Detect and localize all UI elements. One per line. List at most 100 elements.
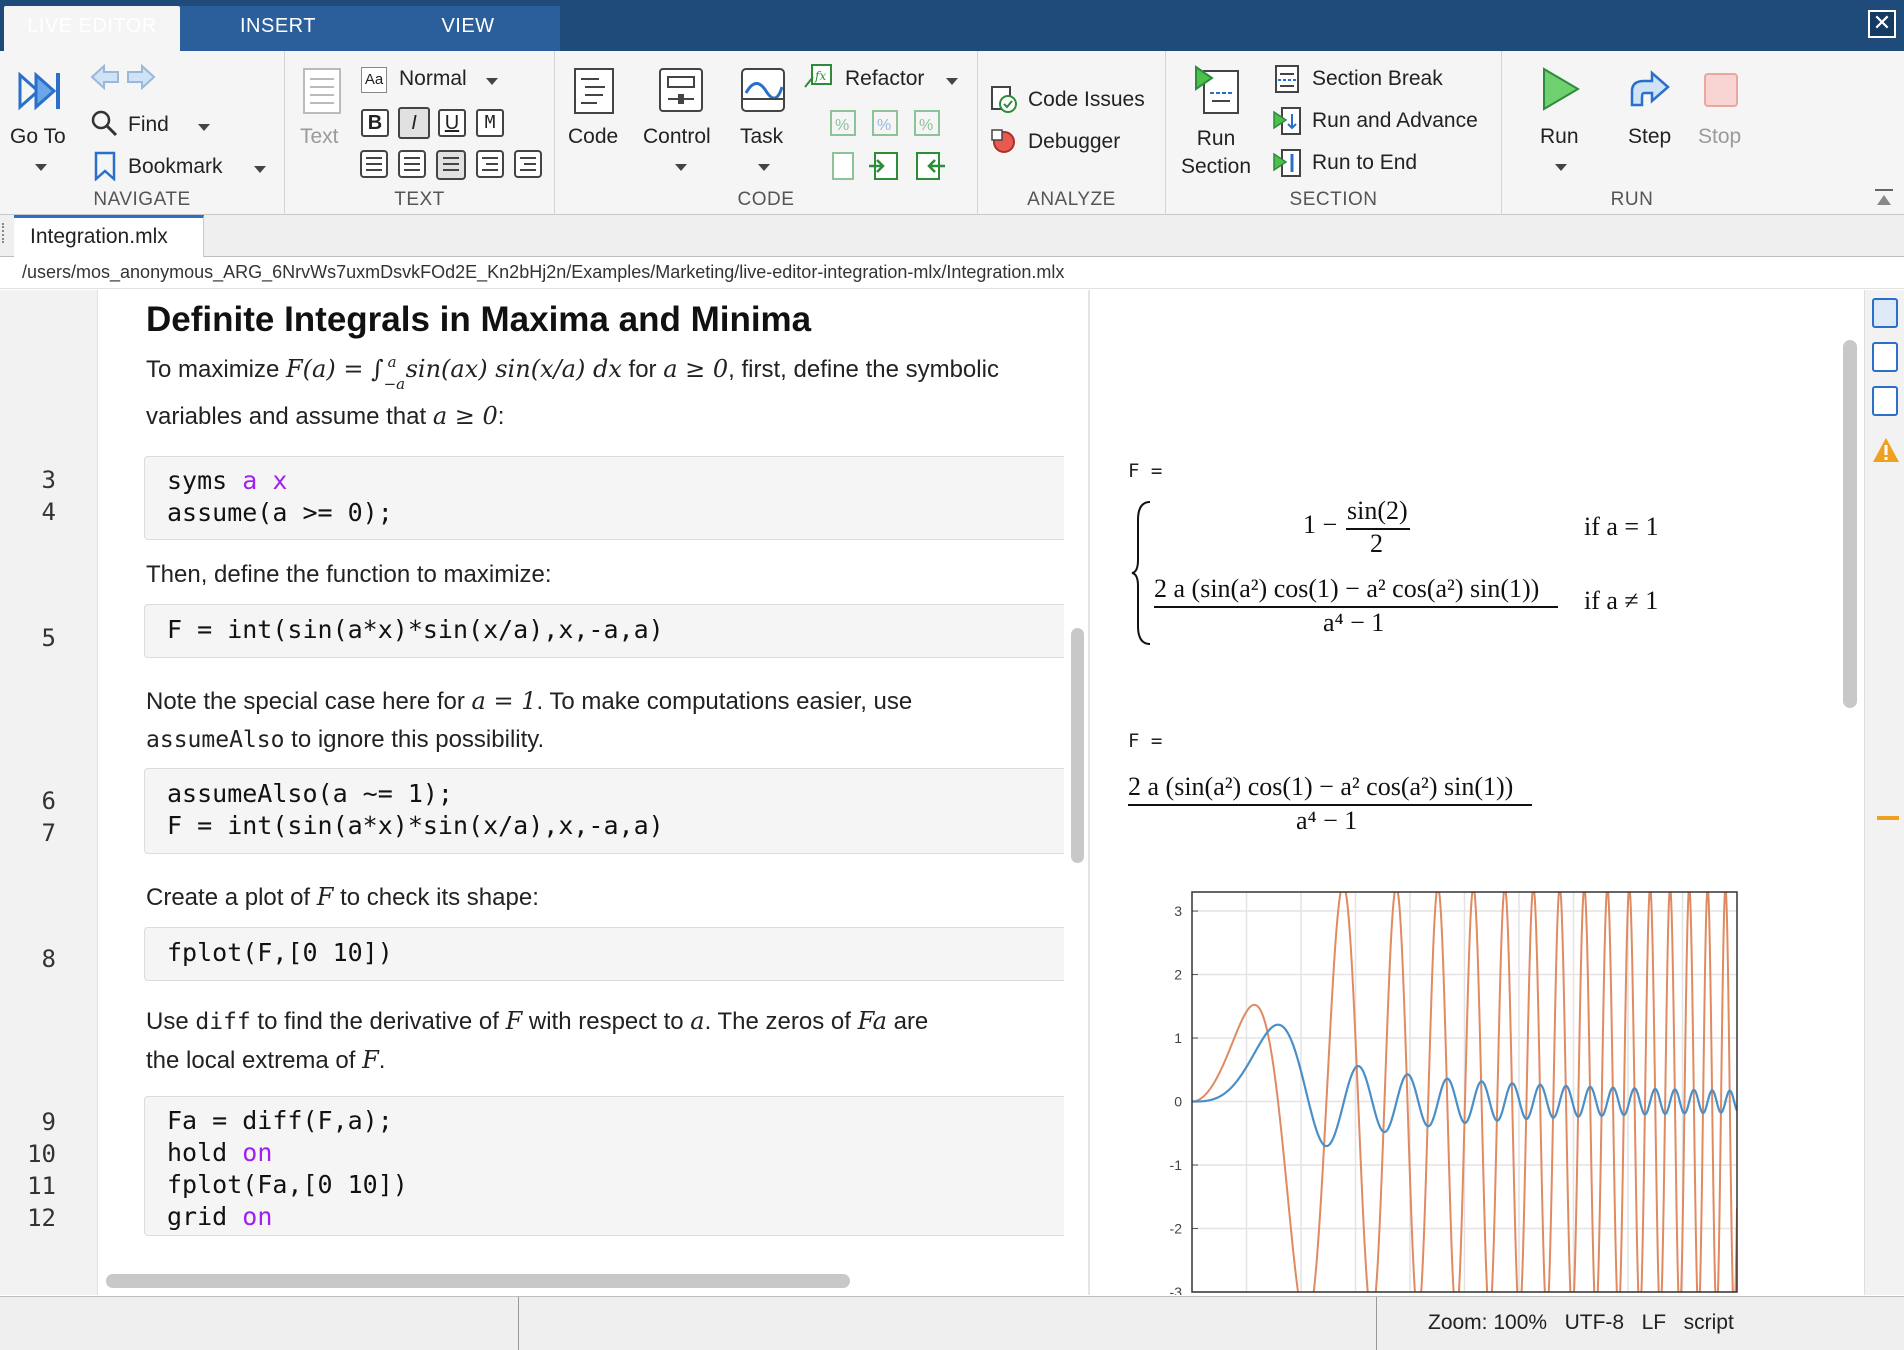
section-group: Run Section Section Break Run and Advanc…: [1166, 51, 1502, 215]
bold-button[interactable]: B: [361, 109, 389, 137]
zoom-level[interactable]: Zoom: 100%: [1428, 1311, 1547, 1334]
underline-button[interactable]: U: [438, 109, 466, 137]
text-run: to find the derivative of: [250, 1008, 506, 1035]
live-script-pane[interactable]: Definite Integrals in Maxima and Minima …: [98, 290, 1064, 1295]
text-run: Note the special case here for: [146, 688, 472, 715]
tab-live-editor[interactable]: LIVE EDITOR: [4, 6, 180, 51]
code-keyword: on: [242, 1138, 273, 1167]
svg-text:%: %: [877, 117, 891, 134]
code-pane-scrollbar[interactable]: [1071, 628, 1084, 863]
code-block[interactable]: Fa = diff(F,a); hold on fplot(Fa,[0 10])…: [144, 1096, 1064, 1236]
status-separator: [1376, 1297, 1377, 1350]
code-editing-icons[interactable]: % % %: [829, 109, 945, 181]
task-button[interactable]: Task: [740, 125, 783, 149]
function-plot[interactable]: 3 2 1 0 -1 -2 -3: [1146, 886, 1846, 1295]
control-button[interactable]: Control: [643, 125, 711, 149]
chevron-down-icon[interactable]: [946, 78, 958, 85]
encoding[interactable]: UTF-8: [1565, 1311, 1625, 1334]
line-number: 8: [41, 945, 56, 973]
tab-view[interactable]: VIEW: [376, 6, 560, 51]
refactor-button[interactable]: Refactor: [845, 67, 924, 91]
code-group: Code Control Task fx Refactor % % % CODE: [555, 51, 978, 215]
text-run: .: [378, 1047, 386, 1074]
code-block[interactable]: syms a x assume(a >= 0);: [144, 456, 1064, 540]
code-text: F = int(sin(a*x)*sin(x/a),x,-a,a): [167, 615, 664, 644]
horizontal-scrollbar[interactable]: [106, 1274, 850, 1288]
chevron-down-icon[interactable]: [198, 124, 210, 131]
back-forward-arrows-icon[interactable]: [90, 64, 156, 90]
line-number: 3: [41, 466, 56, 494]
debugger-icon: [991, 129, 1015, 153]
find-button[interactable]: Find: [128, 113, 169, 137]
close-icon[interactable]: ✕: [1868, 10, 1896, 38]
issue-marker[interactable]: [1877, 816, 1899, 820]
output-scrollbar[interactable]: [1843, 340, 1857, 708]
hide-code-icon[interactable]: [1872, 386, 1898, 416]
code-keyword: a x: [242, 466, 288, 495]
run-section-button[interactable]: Run Section: [1180, 125, 1252, 181]
text-button[interactable]: Text: [300, 125, 339, 149]
code-text: hold: [167, 1138, 243, 1167]
go-to-button[interactable]: Go To: [10, 125, 66, 149]
chevron-down-icon[interactable]: [486, 78, 498, 85]
monospace-button[interactable]: M: [476, 109, 504, 137]
code-line: hold on: [167, 1137, 1064, 1169]
run-section-label-line2: Section: [1180, 155, 1252, 178]
code-issues-button[interactable]: Code Issues: [1028, 88, 1145, 112]
text-style-dropdown[interactable]: Normal: [399, 67, 467, 91]
text-run: . The zeros of: [704, 1008, 858, 1035]
chevron-down-icon[interactable]: [35, 164, 47, 171]
integral-lower-limit: −a: [383, 375, 406, 393]
chevron-down-icon[interactable]: [758, 164, 770, 171]
chevron-down-icon[interactable]: [254, 166, 266, 173]
paragraph-format-icons[interactable]: [359, 149, 545, 181]
code-text: fplot(Fa,[0 10]): [167, 1170, 408, 1199]
chevron-down-icon[interactable]: [1555, 164, 1567, 171]
line-number: 10: [27, 1140, 56, 1168]
bookmark-button[interactable]: Bookmark: [128, 155, 223, 179]
step-button[interactable]: Step: [1628, 125, 1671, 149]
section-group-title: SECTION: [1289, 189, 1378, 210]
text-group: Text Aa Normal B I U M TEXT: [285, 51, 555, 215]
bookmark-icon: [94, 151, 116, 181]
line-ending[interactable]: LF: [1642, 1311, 1667, 1334]
document-tab[interactable]: Integration.mlx: [14, 215, 204, 257]
code-line: Fa = diff(F,a);: [167, 1105, 1064, 1137]
text-run: Use: [146, 1008, 196, 1035]
output-inline-icon[interactable]: [1872, 298, 1898, 328]
file-type[interactable]: script: [1684, 1311, 1734, 1334]
text-style-icon: Aa: [361, 67, 387, 93]
code-block[interactable]: F = int(sin(a*x)*sin(x/a),x,-a,a): [144, 604, 1064, 658]
line-number: 5: [41, 624, 56, 652]
integral-limits: a −a: [384, 353, 406, 393]
run-button[interactable]: Run: [1540, 125, 1579, 149]
paragraph-intro: To maximize F(a) = ∫ a −a sin(ax) sin(x/a) …: [146, 350, 1026, 436]
warning-icon[interactable]: [1872, 436, 1900, 464]
code-line: grid on: [167, 1201, 1064, 1233]
analyze-group: Code Issues Debugger ANALYZE: [978, 51, 1166, 215]
run-to-end-button[interactable]: Run to End: [1312, 151, 1417, 175]
code-block[interactable]: assumeAlso(a ~= 1); F = int(sin(a*x)*sin…: [144, 768, 1064, 854]
italic-button[interactable]: I: [398, 107, 430, 139]
output-right-icon[interactable]: [1872, 342, 1898, 372]
y-tick-label: 3: [1174, 903, 1182, 919]
code-button[interactable]: Code: [568, 125, 618, 149]
stop-button[interactable]: Stop: [1698, 125, 1741, 149]
code-block[interactable]: fplot(F,[0 10]): [144, 927, 1064, 981]
chevron-down-icon[interactable]: [675, 164, 687, 171]
collapse-ribbon-icon[interactable]: [1873, 187, 1895, 207]
text-document-icon: [303, 68, 341, 114]
line-number: 4: [41, 498, 56, 526]
y-tick-label: 0: [1174, 1094, 1182, 1110]
debugger-button[interactable]: Debugger: [1028, 130, 1120, 154]
code-section-icon: [574, 68, 614, 114]
go-to-icon: [18, 71, 60, 111]
status-separator: [518, 1297, 519, 1350]
run-and-advance-button[interactable]: Run and Advance: [1312, 109, 1478, 133]
tab-insert[interactable]: INSERT: [180, 6, 376, 51]
section-heading: Definite Integrals in Maxima and Minima: [146, 300, 812, 339]
text-run: . To make computations easier, use: [536, 688, 913, 715]
section-break-button[interactable]: Section Break: [1312, 67, 1443, 91]
line-number: 12: [27, 1204, 56, 1232]
tab-grip-icon[interactable]: [2, 223, 10, 243]
